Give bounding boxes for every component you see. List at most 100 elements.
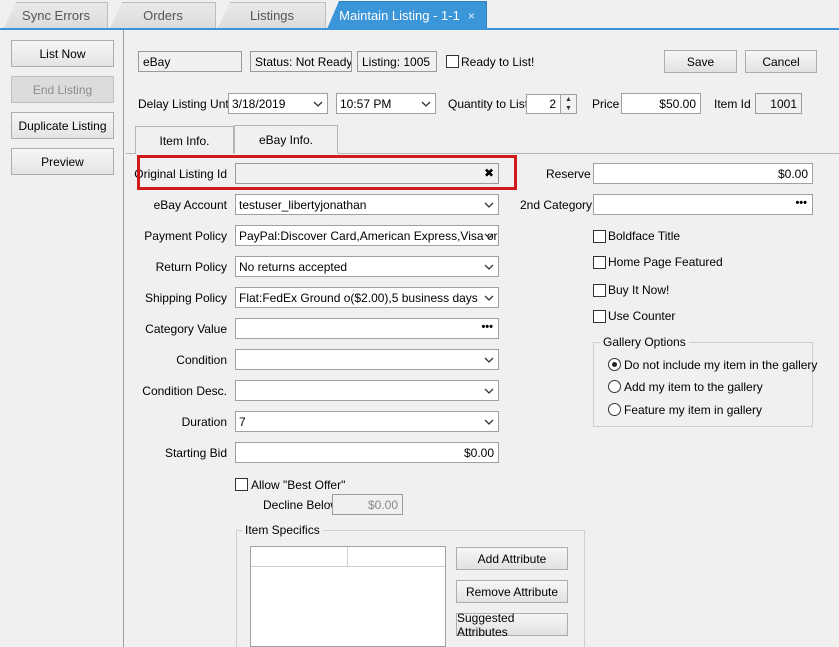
- spin-up-icon[interactable]: ▲: [561, 95, 576, 104]
- shipping-policy-select[interactable]: Flat:FedEx Ground o($2.00),5 business da…: [235, 287, 499, 308]
- return-policy-select[interactable]: No returns accepted: [235, 256, 499, 277]
- grid-column-divider: [347, 547, 348, 567]
- home-page-featured-checkbox[interactable]: [593, 256, 606, 269]
- status-field: Status: Not Ready: [250, 51, 352, 72]
- item-specifics-title: Item Specifics: [242, 523, 323, 537]
- duration-label: Duration: [181, 415, 227, 429]
- tab-orders[interactable]: Orders: [110, 2, 216, 28]
- list-now-button[interactable]: List Now: [11, 40, 114, 67]
- use-counter-checkbox[interactable]: [593, 310, 606, 323]
- tab-sync-errors[interactable]: Sync Errors: [4, 2, 108, 28]
- ellipsis-icon[interactable]: •••: [795, 197, 807, 209]
- gallery-add-radio[interactable]: [608, 380, 621, 393]
- suggested-attributes-button[interactable]: Suggested Attributes: [456, 611, 568, 639]
- condition-select[interactable]: [235, 349, 499, 370]
- item-specifics-grid[interactable]: [250, 546, 446, 647]
- tab-item-info[interactable]: Item Info.: [135, 126, 234, 154]
- gallery-feature-label: Feature my item in gallery: [624, 403, 763, 417]
- chevron-down-icon: [484, 357, 494, 363]
- channel-field: eBay: [138, 51, 242, 72]
- chevron-down-icon: [484, 388, 494, 394]
- allow-best-offer-label: Allow "Best Offer": [251, 478, 346, 492]
- quantity-spinner[interactable]: ▲ ▼: [560, 94, 577, 114]
- condition-desc-select[interactable]: [235, 380, 499, 401]
- save-button[interactable]: Save: [664, 50, 737, 73]
- preview-button[interactable]: Preview: [11, 148, 114, 175]
- price-input[interactable]: $50.00: [621, 93, 701, 114]
- listing-number-field: Listing: 1005: [357, 51, 437, 72]
- chevron-down-icon: [484, 264, 494, 270]
- tab-label: Sync Errors: [22, 8, 90, 23]
- grid-header: [251, 547, 445, 567]
- boldface-title-label: Boldface Title: [608, 229, 681, 243]
- delay-date-picker[interactable]: 3/18/2019: [228, 93, 328, 114]
- buy-it-now-checkbox[interactable]: [593, 284, 606, 297]
- chevron-down-icon: [313, 101, 323, 107]
- shipping-policy-label: Shipping Policy: [144, 291, 227, 305]
- use-counter-label: Use Counter: [608, 309, 676, 323]
- tab-strip: Sync Errors Orders Listings Maintain Lis…: [0, 0, 839, 30]
- starting-bid-label: Starting Bid: [164, 446, 227, 460]
- second-category-label: 2nd Category: [520, 198, 593, 212]
- add-attribute-button[interactable]: Add Attribute: [456, 547, 568, 570]
- home-page-featured-label: Home Page Featured: [608, 255, 723, 269]
- tab-label: Orders: [143, 8, 183, 23]
- duration-select[interactable]: 7: [235, 411, 499, 432]
- decline-below-input: $0.00: [332, 494, 403, 515]
- condition-desc-label: Condition Desc.: [142, 384, 227, 398]
- ebay-account-value: testuser_libertyjonathan: [239, 197, 367, 212]
- delay-listing-label: Delay Listing Until: [138, 97, 235, 111]
- quantity-label: Quantity to List: [448, 97, 529, 111]
- price-label: Price: [592, 97, 620, 111]
- highlight-box: [137, 155, 517, 190]
- chevron-down-icon: [484, 295, 494, 301]
- close-icon[interactable]: ×: [468, 9, 475, 23]
- payment-policy-value: PayPal:Discover Card,American Express,Vi…: [239, 228, 498, 243]
- delay-time-value: 10:57 PM: [340, 96, 392, 111]
- second-category-input[interactable]: •••: [593, 194, 813, 215]
- duplicate-listing-button[interactable]: Duplicate Listing: [11, 112, 114, 139]
- ready-to-list-label: Ready to List!: [461, 55, 535, 69]
- ellipsis-icon[interactable]: •••: [481, 321, 493, 333]
- gallery-none-radio[interactable]: [608, 358, 621, 371]
- category-value-input[interactable]: •••: [235, 318, 499, 339]
- end-listing-button: End Listing: [11, 76, 114, 103]
- tab-label: Listings: [249, 8, 295, 23]
- chevron-down-icon: [484, 419, 494, 425]
- duration-value: 7: [239, 414, 246, 429]
- ready-to-list-checkbox[interactable]: [446, 55, 459, 68]
- payment-policy-select[interactable]: PayPal:Discover Card,American Express,Vi…: [235, 225, 499, 246]
- allow-best-offer-checkbox[interactable]: [235, 478, 248, 491]
- reserve-label: Reserve: [546, 167, 591, 181]
- chevron-down-icon: [484, 202, 494, 208]
- starting-bid-input[interactable]: $0.00: [235, 442, 499, 463]
- tab-maintain-listing[interactable]: Maintain Listing - 1-1 ×: [327, 1, 487, 29]
- item-id-field: 1001: [755, 93, 802, 114]
- chevron-down-icon: [484, 233, 494, 239]
- delay-date-value: 3/18/2019: [232, 96, 286, 111]
- chevron-down-icon: [421, 101, 431, 107]
- payment-policy-label: Payment Policy: [144, 229, 227, 243]
- boldface-title-checkbox[interactable]: [593, 230, 606, 243]
- tab-label: Maintain Listing - 1-1: [339, 8, 460, 23]
- category-value-label: Category Value: [145, 322, 227, 336]
- gallery-none-label: Do not include my item in the gallery: [624, 358, 818, 372]
- delay-time-picker[interactable]: 10:57 PM: [336, 93, 436, 114]
- ebay-account-select[interactable]: testuser_libertyjonathan: [235, 194, 499, 215]
- action-panel: List Now End Listing Duplicate Listing P…: [0, 30, 124, 647]
- reserve-input[interactable]: $0.00: [593, 163, 813, 184]
- tab-listings[interactable]: Listings: [218, 2, 326, 28]
- ebay-account-label: eBay Account: [153, 198, 227, 212]
- return-policy-value: No returns accepted: [239, 259, 348, 274]
- gallery-options-title: Gallery Options: [600, 335, 689, 349]
- spin-down-icon[interactable]: ▼: [561, 104, 576, 113]
- return-policy-label: Return Policy: [155, 260, 227, 274]
- shipping-policy-value: Flat:FedEx Ground o($2.00),5 business da…: [239, 290, 478, 305]
- decline-below-label: Decline Below: [263, 498, 340, 512]
- tab-ebay-info[interactable]: eBay Info.: [234, 125, 338, 154]
- gallery-feature-radio[interactable]: [608, 403, 621, 416]
- item-id-label: Item Id: [714, 97, 751, 111]
- quantity-stepper[interactable]: 2: [526, 94, 561, 114]
- cancel-button[interactable]: Cancel: [745, 50, 817, 73]
- remove-attribute-button[interactable]: Remove Attribute: [456, 580, 568, 603]
